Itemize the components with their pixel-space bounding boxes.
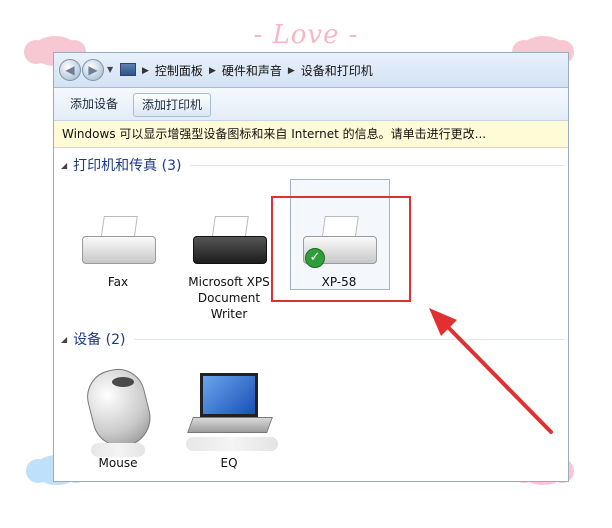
- annotation-arrow: [429, 308, 553, 434]
- arrow-shaft: [441, 320, 553, 434]
